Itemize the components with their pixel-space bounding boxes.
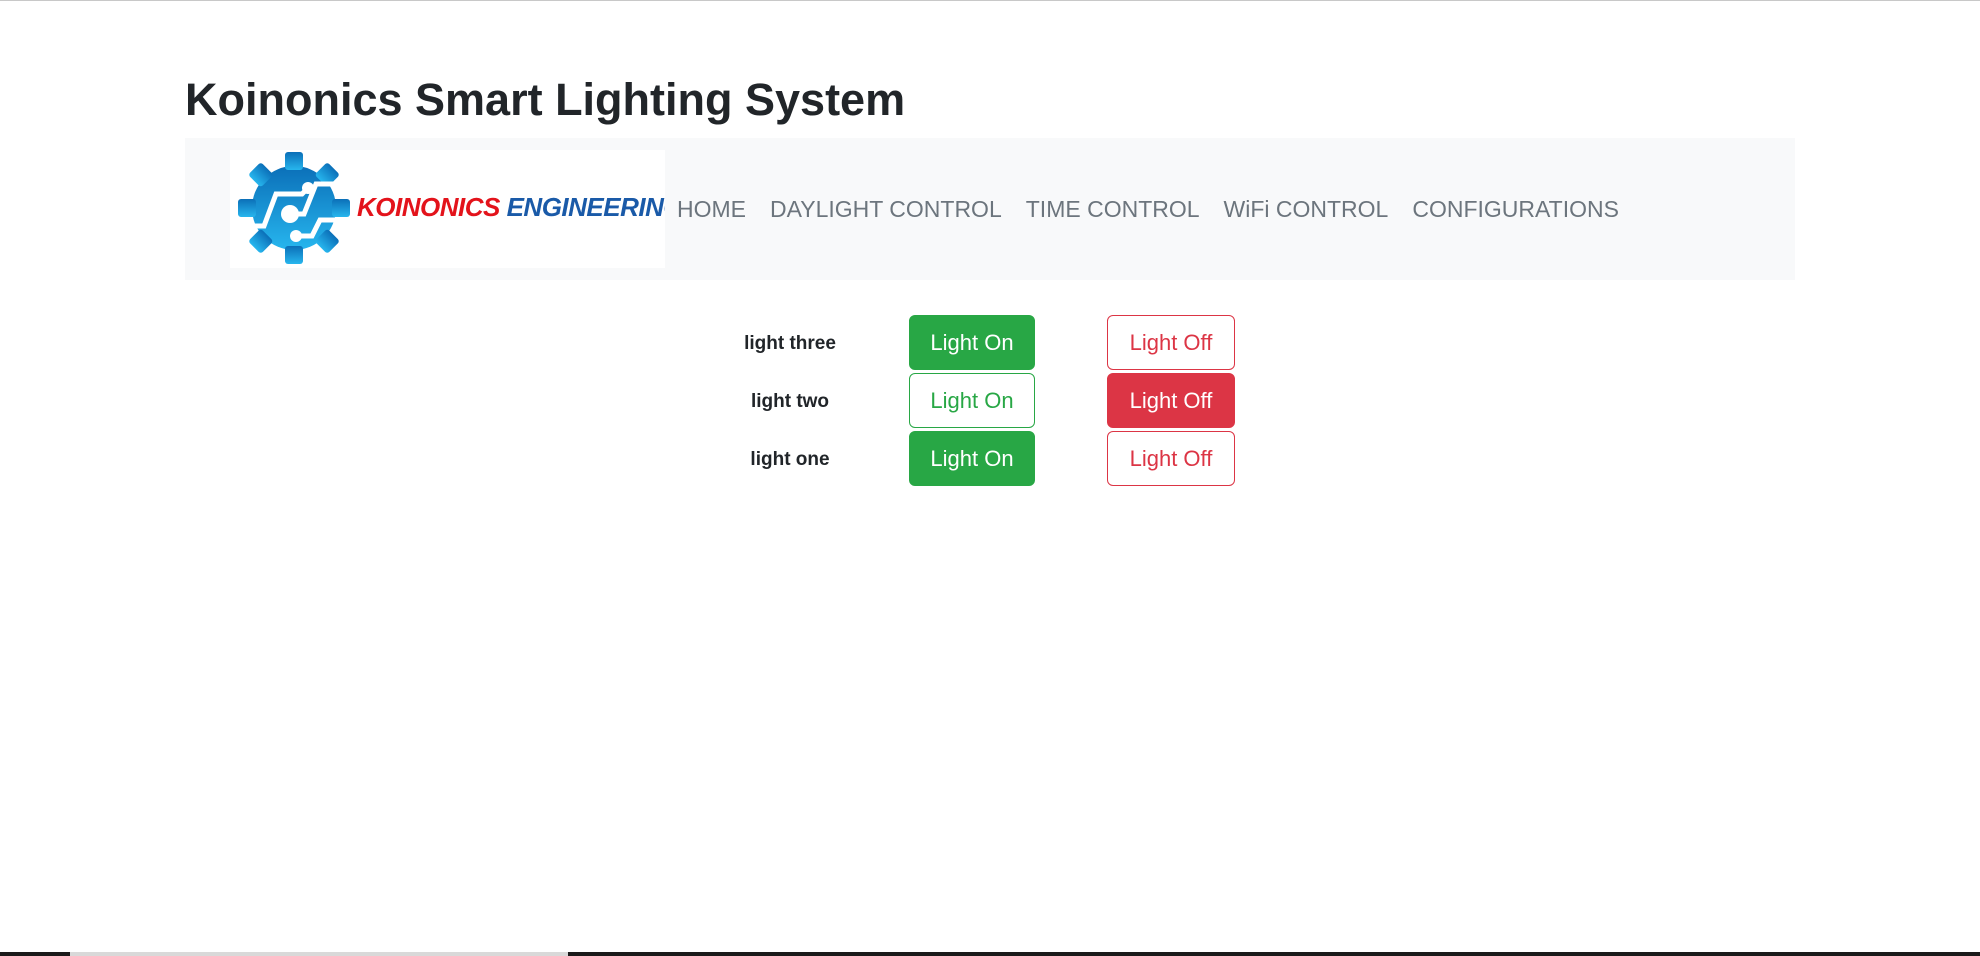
- light-one-on-button[interactable]: Light On: [909, 431, 1035, 486]
- light-two-on-button[interactable]: Light On: [909, 373, 1035, 428]
- light-label: light one: [750, 449, 830, 470]
- gear-circuit-icon: [238, 152, 350, 264]
- light-label: light two: [750, 391, 830, 412]
- brand-name-red: KOINONICS: [357, 192, 500, 222]
- nav-wifi-control[interactable]: WiFi CONTROL: [1212, 192, 1401, 226]
- light-label: light three: [744, 333, 836, 354]
- brand-logo[interactable]: KOINONICS ENGINEERING: [230, 150, 665, 268]
- light-one-off-button[interactable]: Light Off: [1107, 431, 1235, 486]
- nav-links: HOME DAYLIGHT CONTROL TIME CONTROL WiFi …: [677, 192, 1631, 226]
- brand-wordmark: KOINONICS ENGINEERING: [357, 192, 665, 223]
- light-three-on-button[interactable]: Light On: [909, 315, 1035, 370]
- light-row-two: light two Light On Light Off: [700, 373, 1260, 431]
- page-title: Koinonics Smart Lighting System: [185, 74, 906, 125]
- light-two-off-button[interactable]: Light Off: [1107, 373, 1235, 428]
- horizontal-scrollbar[interactable]: [0, 952, 1980, 956]
- nav-daylight-control[interactable]: DAYLIGHT CONTROL: [758, 192, 1014, 226]
- brand-name-blue: ENGINEERING: [506, 192, 665, 222]
- nav-home[interactable]: HOME: [677, 192, 758, 226]
- nav-configurations[interactable]: CONFIGURATIONS: [1400, 192, 1631, 226]
- light-row-three: light three Light On Light Off: [700, 315, 1260, 373]
- light-row-one: light one Light On Light Off: [700, 431, 1260, 489]
- light-three-off-button[interactable]: Light Off: [1107, 315, 1235, 370]
- navbar: KOINONICS ENGINEERING HOME DAYLIGHT CONT…: [185, 138, 1795, 280]
- scrollbar-thumb[interactable]: [70, 952, 568, 956]
- top-border: [0, 0, 1980, 1]
- nav-time-control[interactable]: TIME CONTROL: [1014, 192, 1212, 226]
